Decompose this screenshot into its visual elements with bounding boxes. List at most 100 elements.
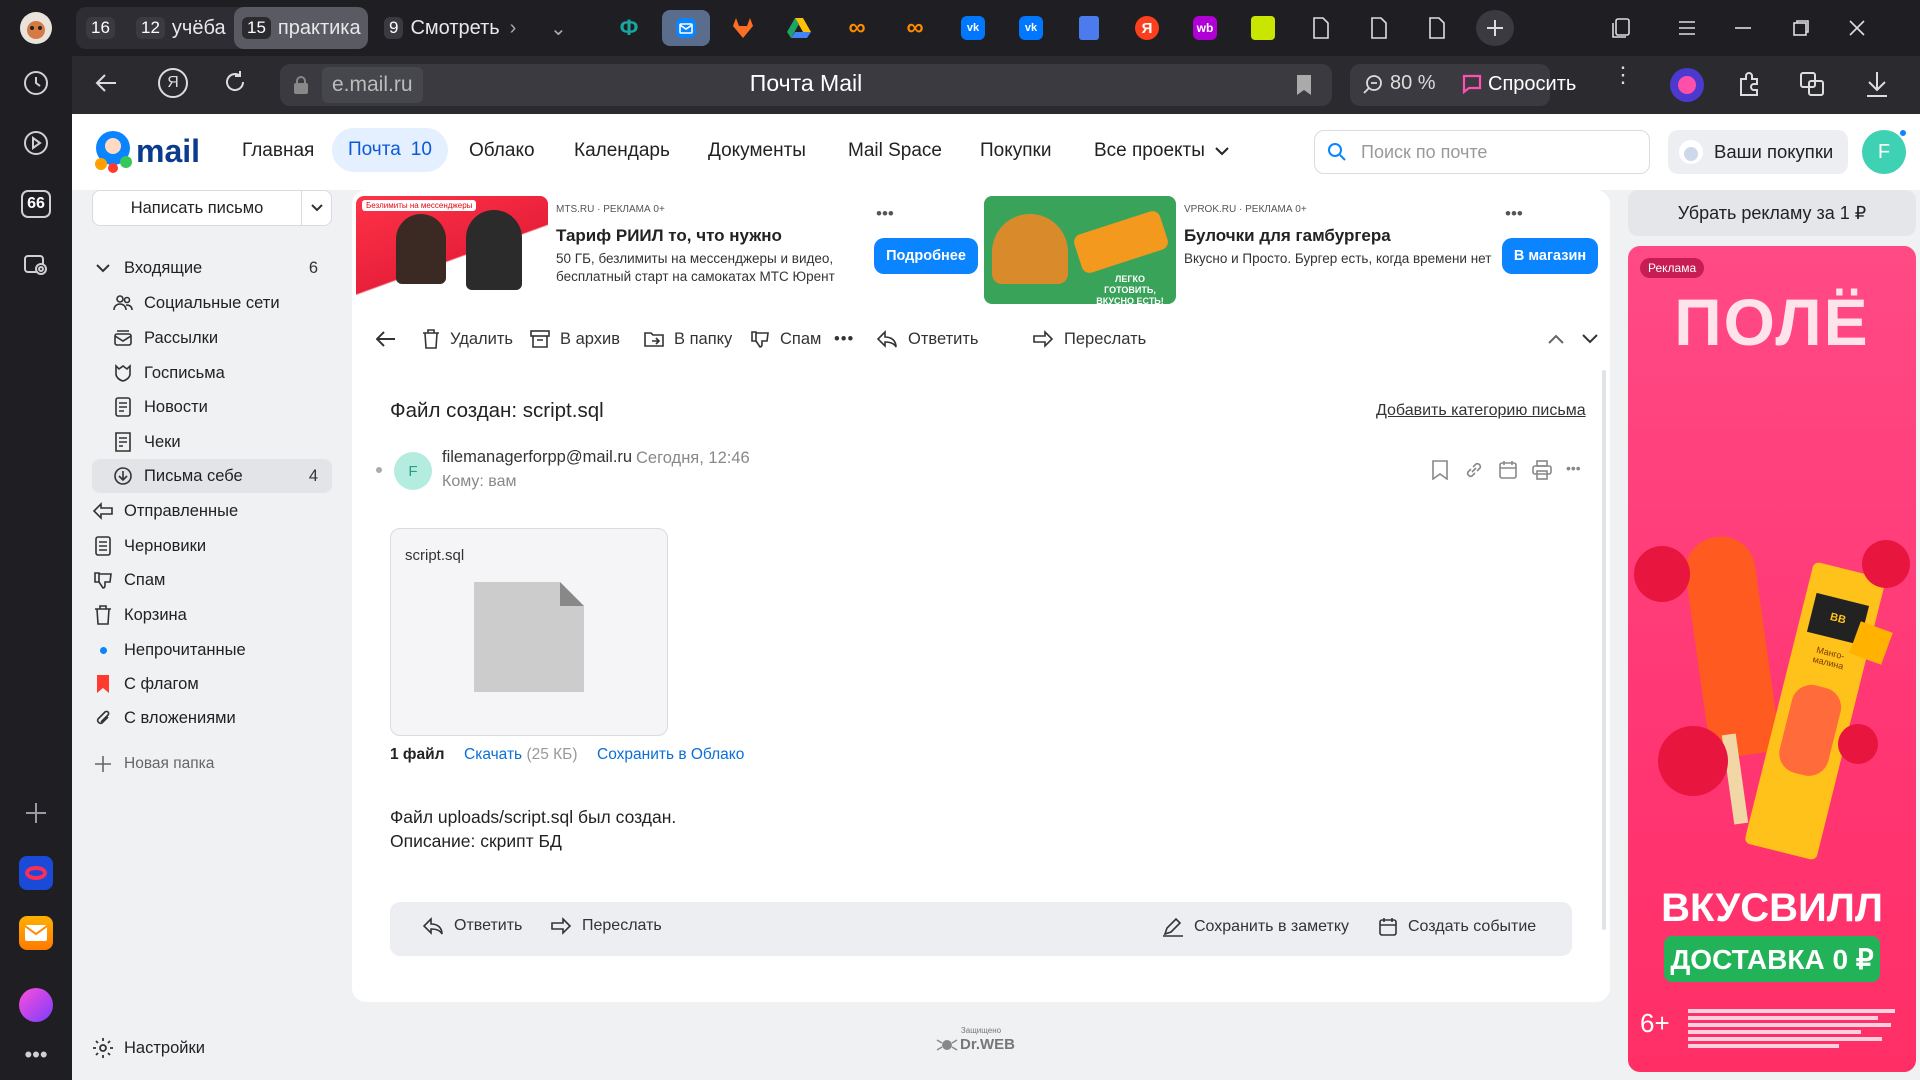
bookmark-icon[interactable] (1296, 74, 1312, 96)
folder-sent[interactable]: Отправленные (92, 494, 332, 528)
unread-dot[interactable] (376, 467, 382, 473)
settings-button[interactable]: Настройки (92, 1031, 332, 1065)
drweb-badge[interactable]: Dr.WEB (936, 1036, 1015, 1053)
ad-title[interactable]: Булочки для гамбургера (1184, 226, 1391, 246)
tab-page-icon[interactable] (1302, 10, 1340, 46)
bookmark-icon[interactable] (1432, 460, 1448, 480)
message-more-icon[interactable]: ••• (1566, 460, 1581, 476)
profile-avatar-icon[interactable] (16, 8, 56, 48)
move-to-folder-button[interactable]: В папку (644, 324, 732, 354)
link-icon[interactable] (1464, 460, 1484, 480)
tab-docs-icon[interactable] (1070, 10, 1108, 46)
reply-button[interactable]: Ответить (876, 324, 979, 354)
folder-flagged[interactable]: С флагом (92, 667, 332, 701)
tab-group-watch[interactable]: 9 Смотреть › (378, 7, 522, 49)
download-link[interactable]: Скачать (25 КБ) (464, 746, 578, 764)
tab-phi-icon[interactable]: Ф (610, 10, 648, 46)
tab-infinity-icon[interactable]: ∞ (838, 10, 876, 46)
zoom-control[interactable]: 80 % (1362, 72, 1436, 95)
counter-66-icon[interactable]: 66 (16, 184, 56, 224)
back-button[interactable] (376, 324, 396, 354)
tab-green-icon[interactable] (1244, 10, 1282, 46)
close-window-icon[interactable] (1838, 10, 1876, 46)
more-icon[interactable]: ••• (16, 1035, 56, 1075)
folder-to-myself[interactable]: Письма себе 4 (92, 459, 332, 493)
mail-logo[interactable]: mail (86, 126, 200, 176)
folder-inbox[interactable]: Входящие 6 (92, 251, 332, 285)
tab-vk-icon[interactable]: vk (954, 10, 992, 46)
folder-gov[interactable]: Госписьма (112, 356, 332, 390)
app-red-icon[interactable] (16, 853, 56, 893)
tab-wb-icon[interactable]: wb (1186, 10, 1224, 46)
tab-vk-icon-2[interactable]: vk (1012, 10, 1050, 46)
extension-avatar-icon[interactable] (1670, 68, 1704, 102)
tab-yandex-icon[interactable]: Я (1128, 10, 1166, 46)
spam-button[interactable]: Спам (750, 324, 821, 354)
folder-drafts[interactable]: Черновики (92, 529, 332, 563)
folder-social[interactable]: Социальные сети (112, 286, 332, 320)
calendar-icon[interactable] (1498, 460, 1518, 480)
tab-infinity-icon-2[interactable]: ∞ (896, 10, 934, 46)
reload-icon[interactable] (222, 69, 248, 95)
restore-icon[interactable] (1782, 10, 1820, 46)
search-input[interactable]: Поиск по почте (1314, 130, 1650, 174)
download-icon[interactable] (1864, 70, 1890, 98)
ad-shop-button[interactable]: В магазин (1502, 238, 1598, 274)
menu-hamburger-icon[interactable] (1668, 10, 1706, 46)
more-actions-icon[interactable]: ••• (834, 324, 854, 354)
save-to-note-button[interactable]: Сохранить в заметку (1162, 917, 1349, 937)
ad-more-icon[interactable]: ••• (1505, 204, 1523, 224)
nav-documents[interactable]: Документы (708, 140, 806, 162)
nav-mail-space[interactable]: Mail Space (848, 140, 942, 162)
folder-attachments[interactable]: С вложениями (92, 701, 332, 735)
yandex-home-icon[interactable]: Я (158, 68, 188, 98)
ad-mts-image[interactable]: Безлимиты на мессенджеры (356, 196, 548, 304)
next-message-chevron-down-icon[interactable] (1582, 324, 1598, 354)
bottom-forward-button[interactable]: Переслать (550, 917, 662, 935)
message-scrollbar[interactable] (1602, 370, 1606, 930)
add-category-link[interactable]: Добавить категорию письма (1376, 402, 1586, 420)
url-field[interactable]: e.mail.ru Почта Mail (280, 64, 1332, 106)
print-icon[interactable] (1532, 460, 1552, 480)
nav-home[interactable]: Главная (242, 140, 314, 162)
prev-message-chevron-up-icon[interactable] (1548, 324, 1564, 354)
archive-button[interactable]: В архив (530, 324, 620, 354)
nav-purchases[interactable]: Покупки (980, 140, 1051, 162)
forward-button[interactable]: Переслать (1032, 324, 1146, 354)
attachment-card[interactable]: script.sql (390, 528, 668, 736)
compose-button[interactable]: Написать письмо (93, 199, 301, 218)
vkusvill-ad-banner[interactable]: Реклама ПОЛЁ ВВ Манго-малина ВКУСВИЛЛ ДО… (1628, 246, 1916, 1072)
tab-page-icon-3[interactable] (1418, 10, 1456, 46)
video-play-icon[interactable] (16, 123, 56, 163)
bottom-reply-button[interactable]: Ответить (422, 917, 522, 935)
history-icon[interactable] (16, 63, 56, 103)
tab-drive-icon[interactable] (780, 10, 818, 46)
tab-group-1[interactable]: 16 (80, 7, 128, 49)
tab-gitlab-icon[interactable] (724, 10, 762, 46)
nav-calendar[interactable]: Календарь (574, 140, 670, 162)
nav-cloud[interactable]: Облако (469, 140, 535, 162)
compose-menu-chevron-icon[interactable] (301, 191, 331, 225)
folder-news[interactable]: Новости (112, 390, 332, 424)
folder-spam[interactable]: Спам (92, 563, 332, 597)
sender-email[interactable]: filemanagerforpp@mail.ru (442, 448, 632, 467)
translate-icon[interactable] (1798, 70, 1826, 98)
sender-avatar[interactable]: F (394, 452, 432, 490)
folder-newsletters[interactable]: Рассылки (112, 321, 332, 355)
tab-group-study[interactable]: 12 учёба (130, 7, 232, 49)
remove-ads-button[interactable]: Убрать рекламу за 1 ₽ (1628, 190, 1916, 236)
screenshot-icon[interactable] (16, 245, 56, 285)
your-purchases-button[interactable]: Ваши покупки (1668, 130, 1848, 174)
alice-icon[interactable] (16, 985, 56, 1025)
mail-app-icon[interactable] (16, 913, 56, 953)
add-panel-icon[interactable] (16, 793, 56, 833)
create-event-button[interactable]: Создать событие (1378, 917, 1536, 937)
nav-all-projects[interactable]: Все проекты (1094, 140, 1229, 162)
folder-trash[interactable]: Корзина (92, 598, 332, 632)
tab-page-icon-2[interactable] (1360, 10, 1398, 46)
chevron-down-icon[interactable] (92, 263, 114, 273)
minimize-icon[interactable] (1724, 10, 1762, 46)
new-folder-button[interactable]: Новая папка (92, 747, 332, 781)
extensions-puzzle-icon[interactable] (1736, 70, 1764, 98)
ask-button[interactable]: Спросить (1460, 72, 1576, 96)
